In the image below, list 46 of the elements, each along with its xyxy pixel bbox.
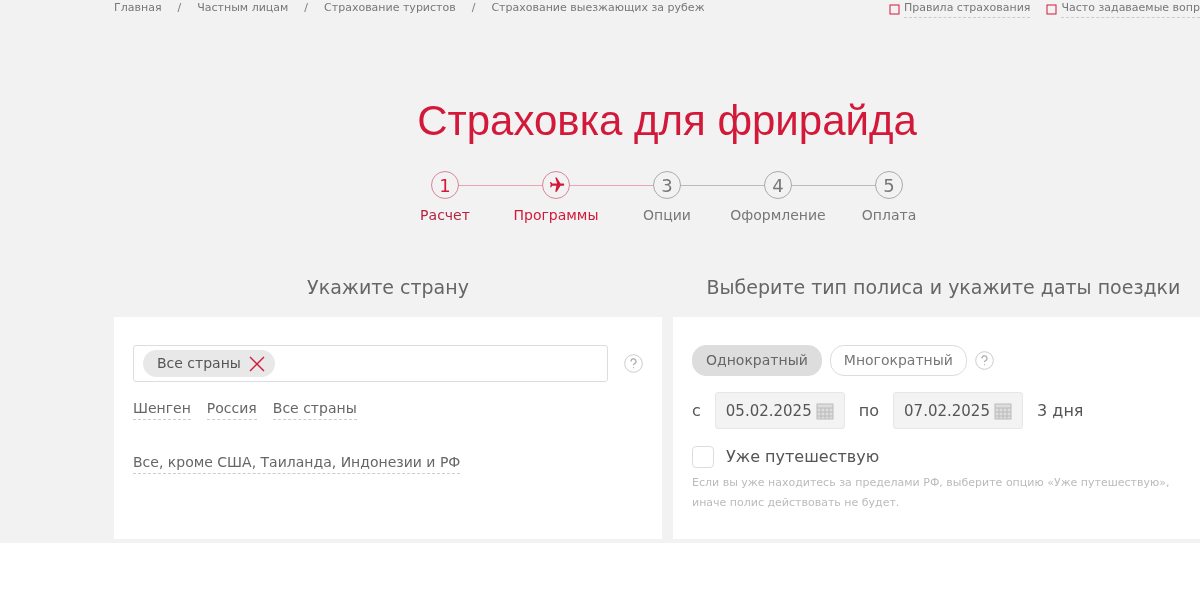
step-circle[interactable] <box>542 171 570 200</box>
breadcrumb-link[interactable]: Главная <box>114 0 162 18</box>
page-title: Страховка для фрирайда <box>416 96 918 146</box>
breadcrumb-separator: / <box>471 0 476 16</box>
help-icon[interactable] <box>974 351 994 371</box>
breadcrumb-separator: / <box>177 0 182 16</box>
country-field[interactable]: Все страны <box>133 345 608 383</box>
calendar-icon[interactable] <box>993 401 1012 420</box>
tag-label: Все страны <box>157 354 241 374</box>
hint-text: Если вы уже находитесь за пределами РФ, выберите опцию «Уже путешествую», иначе полис действовать не будет. <box>692 475 1171 511</box>
section-heading: Укажите страну <box>306 275 470 301</box>
date-field[interactable]: 05.02.2025 <box>714 392 845 430</box>
step-label: Оплата <box>861 206 917 226</box>
date-value: 07.02.2025 <box>904 400 990 422</box>
breadcrumb-link[interactable]: Страхование туристов <box>324 0 456 18</box>
duration-text: 3 дня <box>1037 399 1084 422</box>
close-icon[interactable] <box>248 355 265 372</box>
help-icon[interactable] <box>624 354 643 374</box>
breadcrumb-separator: / <box>304 0 309 16</box>
date-label: с <box>692 399 701 422</box>
checkbox-label: Уже путешествую <box>726 446 880 469</box>
header-link[interactable]: Правила страхования <box>903 0 1031 18</box>
step-label: Программы <box>513 206 599 226</box>
section-heading: Выберите тип полиса и укажите даты поездки <box>705 275 1182 301</box>
step-circle[interactable]: 3 <box>653 171 681 200</box>
date-field[interactable]: 07.02.2025 <box>893 392 1024 430</box>
checkbox[interactable] <box>692 446 714 469</box>
step-label: Расчет <box>420 206 470 226</box>
policy-type-button[interactable]: Однократный <box>692 345 822 377</box>
country-link[interactable]: Шенген <box>133 398 191 421</box>
country-link[interactable]: Все, кроме США, Таиланда, Индонезии и РФ <box>133 452 461 475</box>
step-label: Опции <box>643 206 691 226</box>
breadcrumb-link[interactable]: Страхование выезжающих за рубеж <box>491 0 705 18</box>
step-circle[interactable]: 1 <box>431 171 459 200</box>
header-link[interactable]: Часто задаваемые вопр <box>1061 0 1200 18</box>
date-label: по <box>858 399 880 422</box>
country-link[interactable]: Все страны <box>272 398 357 421</box>
calendar-icon[interactable] <box>815 401 834 420</box>
step-label: Оформление <box>730 206 826 226</box>
date-value: 05.02.2025 <box>725 400 812 422</box>
policy-type-button[interactable]: Многократный <box>829 345 967 377</box>
step-circle[interactable]: 4 <box>764 171 792 200</box>
breadcrumb-link[interactable]: Частным лицам <box>197 0 289 18</box>
country-link[interactable]: Россия <box>206 398 257 421</box>
airplane-icon <box>547 176 565 195</box>
step-circle[interactable]: 5 <box>875 171 903 200</box>
